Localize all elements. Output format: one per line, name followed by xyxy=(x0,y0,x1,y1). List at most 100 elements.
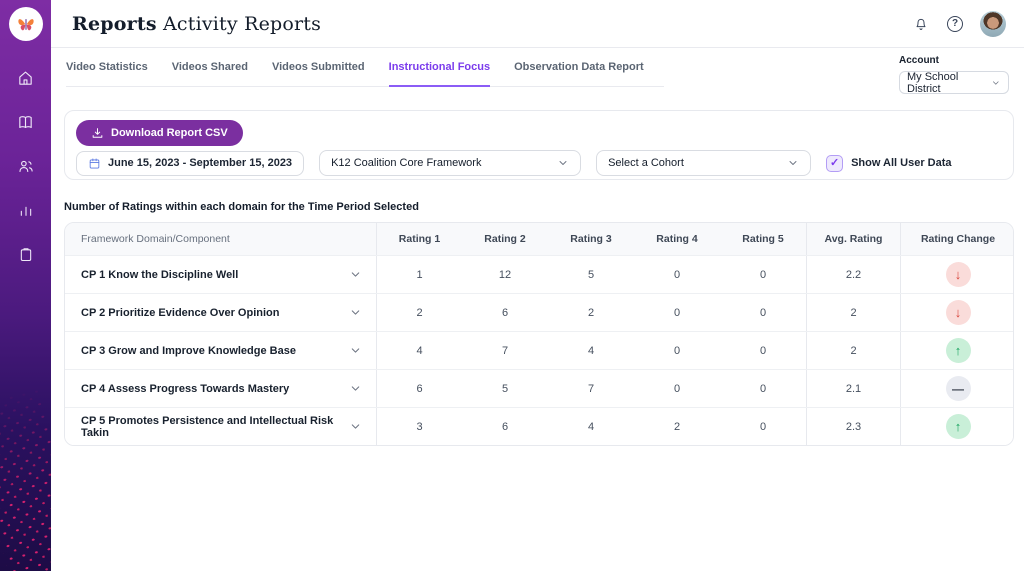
download-report-csv-button[interactable]: Download Report CSV xyxy=(76,120,243,146)
app-logo[interactable] xyxy=(9,7,43,41)
avg-rating-value: 2 xyxy=(806,294,900,331)
sidebar-item-users[interactable] xyxy=(17,157,35,175)
row-expand-chevron[interactable] xyxy=(349,420,362,433)
tab-observation-data-report[interactable]: Observation Data Report xyxy=(514,48,644,87)
report-tabs: Video Statistics Videos Shared Videos Su… xyxy=(66,48,664,87)
domain-label: CP 3 Grow and Improve Knowledge Base xyxy=(81,345,296,357)
domain-label: CP 1 Know the Discipline Well xyxy=(81,269,238,281)
rating-2-value: 5 xyxy=(462,370,548,407)
rating-change-badge: ↓ xyxy=(946,262,971,287)
rating-4-value: 2 xyxy=(634,408,720,445)
framework-selected-value: K12 Coalition Core Framework xyxy=(331,157,481,169)
avg-rating-value: 2.1 xyxy=(806,370,900,407)
date-range-value: June 15, 2023 - September 15, 2023 xyxy=(108,157,292,169)
rating-change-badge: ↑ xyxy=(946,414,971,439)
chevron-down-icon xyxy=(349,306,362,319)
rating-5-value: 0 xyxy=(720,256,806,293)
row-expand-chevron[interactable] xyxy=(349,268,362,281)
rating-3-value: 4 xyxy=(548,408,634,445)
framework-select[interactable]: K12 Coalition Core Framework xyxy=(319,150,581,176)
users-icon xyxy=(17,158,35,175)
show-all-checkbox[interactable]: ✓ xyxy=(826,155,843,172)
chevron-down-icon xyxy=(349,382,362,395)
rating-2-value: 7 xyxy=(462,332,548,369)
row-expand-chevron[interactable] xyxy=(349,382,362,395)
rating-5-value: 0 xyxy=(720,294,806,331)
table-row: CP 4 Assess Progress Towards Mastery 6 5… xyxy=(65,369,1013,407)
checkmark-icon: ✓ xyxy=(830,158,839,169)
col-header-rating-4: Rating 4 xyxy=(634,223,720,255)
notifications-button[interactable] xyxy=(912,15,930,33)
rating-3-value: 4 xyxy=(548,332,634,369)
table-header-row: Framework Domain/Component Rating 1 Rati… xyxy=(65,223,1013,255)
domain-label: CP 5 Promotes Persistence and Intellectu… xyxy=(81,415,349,439)
sidebar xyxy=(0,0,51,571)
domain-label: CP 4 Assess Progress Towards Mastery xyxy=(81,383,289,395)
account-select[interactable]: My School District xyxy=(899,71,1009,94)
chevron-down-icon xyxy=(991,78,1001,88)
filter-card: Download Report CSV June 15, 2023 - Sept… xyxy=(64,110,1014,180)
rating-3-value: 2 xyxy=(548,294,634,331)
filter-controls: June 15, 2023 - September 15, 2023 K12 C… xyxy=(76,150,1002,176)
account-box: Account My School District xyxy=(899,55,1009,94)
bar-chart-icon xyxy=(18,202,34,218)
page-title-section: Reports xyxy=(72,13,157,35)
download-button-label: Download Report CSV xyxy=(111,127,228,139)
clipboard-icon xyxy=(18,246,34,263)
sidebar-item-reports[interactable] xyxy=(17,201,35,219)
butterfly-icon xyxy=(16,14,36,34)
topbar-actions: ? xyxy=(912,11,1006,37)
user-avatar[interactable] xyxy=(980,11,1006,37)
tab-videos-shared[interactable]: Videos Shared xyxy=(172,48,248,87)
col-header-avg-rating: Avg. Rating xyxy=(806,223,900,255)
col-header-domain: Framework Domain/Component xyxy=(65,223,376,255)
book-open-icon xyxy=(17,114,34,131)
rating-change-badge: ↑ xyxy=(946,338,971,363)
sidebar-item-assignments[interactable] xyxy=(17,245,35,263)
col-header-rating-2: Rating 2 xyxy=(462,223,548,255)
bell-icon xyxy=(913,16,929,32)
cohort-select[interactable]: Select a Cohort xyxy=(596,150,811,176)
col-header-rating-5: Rating 5 xyxy=(720,223,806,255)
section-title: Number of Ratings within each domain for… xyxy=(64,201,1024,213)
account-selected-value: My School District xyxy=(907,71,991,95)
table-row: CP 2 Prioritize Evidence Over Opinion 2 … xyxy=(65,293,1013,331)
rating-4-value: 0 xyxy=(634,256,720,293)
chevron-down-icon xyxy=(349,268,362,281)
date-range-picker[interactable]: June 15, 2023 - September 15, 2023 xyxy=(76,151,304,176)
rating-3-value: 5 xyxy=(548,256,634,293)
tabs-row: Video Statistics Videos Shared Videos Su… xyxy=(51,48,1024,87)
sidebar-item-library[interactable] xyxy=(17,113,35,131)
sidebar-nav xyxy=(17,69,35,263)
rating-change-badge: ↓ xyxy=(946,300,971,325)
rating-1-value: 6 xyxy=(376,370,462,407)
download-icon xyxy=(91,127,104,140)
rating-change-badge: — xyxy=(946,376,971,401)
rating-4-value: 0 xyxy=(634,332,720,369)
page-title: Reports Activity Reports xyxy=(72,13,321,35)
table-row: CP 5 Promotes Persistence and Intellectu… xyxy=(65,407,1013,445)
cohort-placeholder: Select a Cohort xyxy=(608,157,684,169)
rating-2-value: 6 xyxy=(462,294,548,331)
rating-1-value: 2 xyxy=(376,294,462,331)
table-row: CP 3 Grow and Improve Knowledge Base 4 7… xyxy=(65,331,1013,369)
avg-rating-value: 2 xyxy=(806,332,900,369)
chevron-down-icon xyxy=(787,157,799,169)
chevron-down-icon xyxy=(349,344,362,357)
chevron-down-icon xyxy=(349,420,362,433)
row-expand-chevron[interactable] xyxy=(349,344,362,357)
show-all-checkbox-label: Show All User Data xyxy=(851,157,951,169)
tab-videos-submitted[interactable]: Videos Submitted xyxy=(272,48,365,87)
tab-video-statistics[interactable]: Video Statistics xyxy=(66,48,148,87)
row-expand-chevron[interactable] xyxy=(349,306,362,319)
table-row: CP 1 Know the Discipline Well 1 12 5 0 0… xyxy=(65,255,1013,293)
rating-5-value: 0 xyxy=(720,370,806,407)
rating-1-value: 1 xyxy=(376,256,462,293)
sidebar-item-home[interactable] xyxy=(17,69,35,87)
help-button[interactable]: ? xyxy=(947,16,963,32)
account-label: Account xyxy=(899,55,1009,66)
calendar-icon xyxy=(88,157,101,170)
show-all-user-data-toggle[interactable]: ✓ Show All User Data xyxy=(826,155,951,172)
tab-instructional-focus[interactable]: Instructional Focus xyxy=(389,48,490,87)
rating-2-value: 6 xyxy=(462,408,548,445)
